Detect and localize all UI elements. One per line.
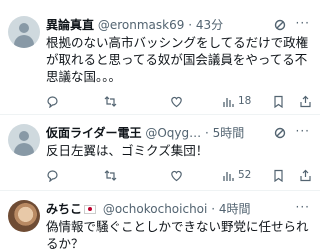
action-bar: 18 (46, 92, 316, 110)
tweet-text: 根拠のない高市バッシングをしてるだけで政権が取れると思ってる奴が国会議員をやって… (46, 35, 309, 84)
like-button[interactable] (170, 92, 183, 110)
like-icon (171, 96, 182, 107)
more-icon[interactable]: ··· (296, 16, 310, 30)
display-name[interactable]: 異論真直 (46, 18, 94, 32)
views-button[interactable]: 18 (222, 92, 251, 110)
japan-flag-icon (84, 205, 97, 214)
tweet-header: みちこ @ochokochoichoi · 4時間 (46, 200, 316, 218)
user-handle[interactable]: @Oqyg… (145, 126, 201, 140)
retweet-button[interactable] (104, 166, 117, 184)
avatar[interactable] (8, 16, 40, 48)
views-count: 18 (238, 95, 252, 107)
grok-icon[interactable] (274, 19, 286, 31)
more-icon[interactable]: ··· (296, 124, 310, 138)
retweet-icon (104, 95, 117, 107)
like-icon (171, 170, 182, 181)
reply-button[interactable] (46, 166, 59, 184)
views-icon (223, 171, 234, 181)
avatar[interactable] (8, 124, 40, 156)
separator: · (188, 18, 193, 32)
user-handle[interactable]: @eronmask69 (98, 18, 185, 32)
display-name[interactable]: 仮面ライダー電王 (46, 126, 142, 140)
user-handle[interactable]: @ochokochoichoi (103, 202, 208, 216)
bookmark-icon (274, 169, 283, 182)
reply-icon (47, 95, 58, 108)
grok-icon[interactable] (274, 127, 286, 139)
tweet-text: 偽情報で騒ぐことしかできない野党に任せられるか？ (46, 219, 309, 251)
retweet-button[interactable] (104, 92, 117, 110)
divider (0, 190, 320, 191)
display-name[interactable]: みちこ (46, 202, 82, 216)
timestamp[interactable]: 4時間 (219, 202, 251, 216)
avatar[interactable] (8, 200, 40, 232)
views-button[interactable]: 52 (222, 166, 251, 184)
like-button[interactable] (170, 166, 183, 184)
bookmark-button[interactable] (272, 92, 285, 110)
share-icon (300, 95, 311, 107)
reply-button[interactable] (46, 92, 59, 110)
views-icon (223, 97, 234, 107)
separator: · (204, 126, 209, 140)
more-icon[interactable]: ··· (296, 200, 310, 214)
share-icon (300, 169, 311, 181)
views-count: 52 (238, 169, 252, 181)
share-button[interactable] (299, 166, 312, 184)
separator: · (211, 202, 216, 216)
reply-icon (47, 169, 58, 182)
divider (0, 114, 320, 115)
action-bar: 52 (46, 166, 316, 184)
tweet-text: 反日左翼は、ゴミクズ集団！ (46, 143, 209, 158)
share-button[interactable] (299, 92, 312, 110)
retweet-icon (104, 169, 117, 181)
timestamp[interactable]: 5時間 (213, 126, 245, 140)
bookmark-button[interactable] (272, 166, 285, 184)
bookmark-icon (274, 95, 283, 108)
timestamp[interactable]: 43分 (196, 18, 223, 32)
